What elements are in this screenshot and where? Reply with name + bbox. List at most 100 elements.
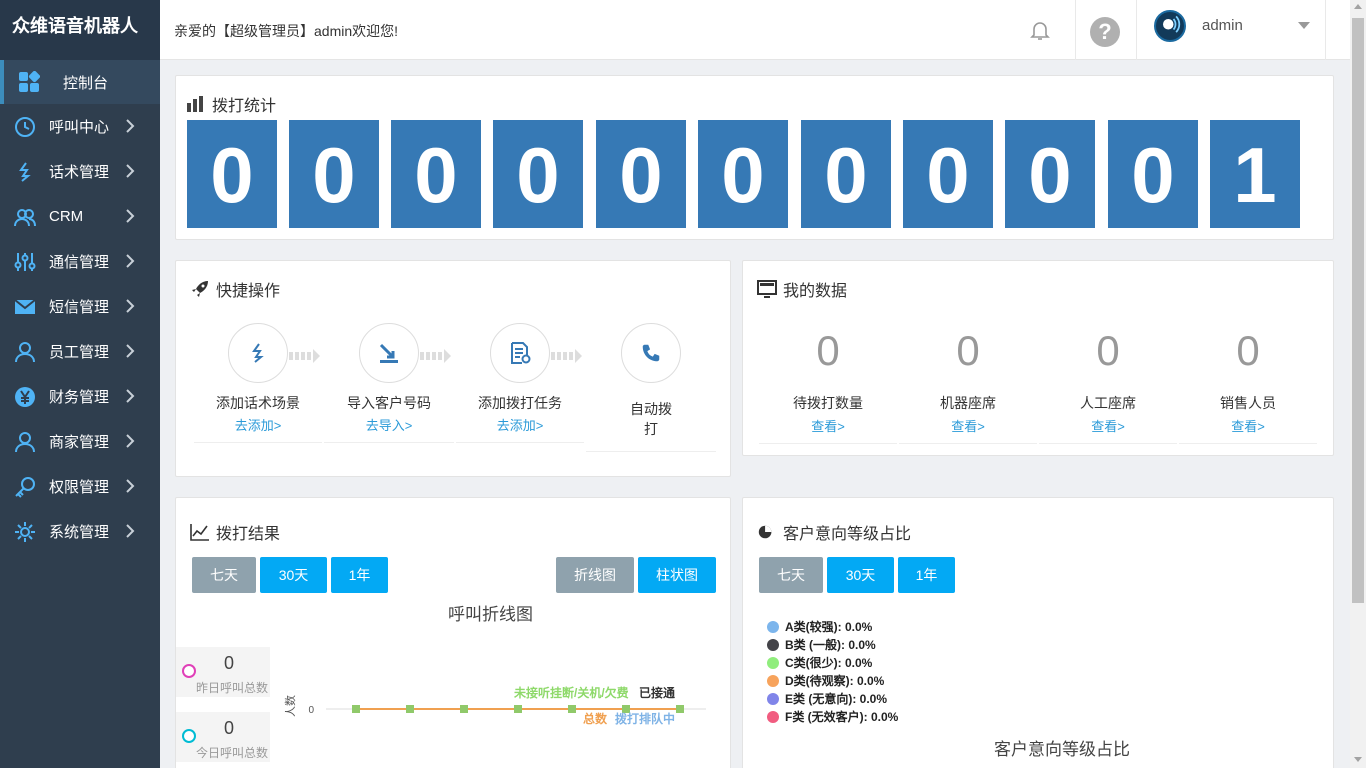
arrow-right-icon (551, 349, 582, 363)
chevron-right-icon (126, 164, 135, 178)
counter-digit: 0 (187, 120, 277, 228)
sidebar-item-label: 控制台 (63, 74, 109, 92)
username[interactable]: admin (1202, 17, 1243, 34)
y-tick-label: 0 (308, 705, 314, 716)
sidebar-item-staff[interactable]: 员工管理 (0, 329, 160, 374)
chevron-right-icon (126, 119, 135, 133)
dashboard-icon (18, 71, 40, 93)
stat-label: 昨日呼叫总数 (196, 681, 269, 695)
panel-title-text: 拨打结果 (216, 526, 281, 543)
range-30days-button[interactable]: 30天 (260, 557, 327, 593)
range-7days-button[interactable]: 七天 (192, 557, 256, 593)
dial-result-panel: 拨打结果 七天 30天 1年 折线图 柱状图 呼叫折线图 0 昨日呼叫总数 0 … (175, 497, 731, 768)
data-point (460, 705, 468, 713)
monitor-icon (757, 280, 777, 298)
sidebar-item-communication[interactable]: 通信管理 (0, 239, 160, 284)
divider (456, 442, 584, 443)
legend-item-e[interactable]: E类 (无意向): 0.0% (767, 690, 887, 707)
legend-label: E类 (无意向): 0.0% (785, 692, 888, 706)
scroll-up-arrow[interactable] (1354, 4, 1362, 9)
data-value: 0 (1096, 327, 1120, 374)
step-import-numbers[interactable]: 导入客户号码 去导入> (324, 323, 454, 443)
sidebar-item-dashboard[interactable]: 控制台 (0, 60, 160, 104)
help-icon[interactable]: ? (1090, 17, 1120, 47)
bar-chart-button[interactable]: 柱状图 (638, 557, 716, 593)
data-point (676, 705, 684, 713)
sidebar-item-permissions[interactable]: 权限管理 (0, 464, 160, 509)
range-30days-button[interactable]: 30天 (827, 557, 894, 593)
counter-digit: 0 (1005, 120, 1095, 228)
y-axis-label: 人数 (284, 695, 297, 717)
view-link[interactable]: 查看> (899, 416, 1037, 435)
stat-value: 0 (224, 718, 235, 738)
header-divider (1325, 0, 1326, 60)
step-name: 添加话术场景 (216, 395, 300, 411)
legend-dot (767, 710, 779, 723)
sidebar-item-merchants[interactable]: 商家管理 (0, 419, 160, 464)
divider (899, 443, 1037, 444)
legend-item-a[interactable]: A类(较强): 0.0% (767, 618, 872, 635)
panel-title: 拨打结果 (190, 520, 280, 544)
phone-icon[interactable] (621, 323, 681, 383)
chevron-right-icon (126, 209, 135, 223)
step-add-task[interactable]: 添加拨打任务 去添加> (456, 323, 584, 443)
chevron-right-icon (126, 434, 135, 448)
sidebar-item-call-center[interactable]: 呼叫中心 (0, 104, 160, 149)
legend-item-b[interactable]: B类 (一般): 0.0% (767, 636, 876, 653)
mail-icon (14, 296, 36, 318)
sidebar-item-crm[interactable]: CRM (0, 194, 160, 239)
sidebar-item-label: 系统管理 (49, 524, 110, 541)
divider (1179, 443, 1317, 444)
sidebar-item-sms[interactable]: 短信管理 (0, 284, 160, 329)
sidebar-item-finance[interactable]: 财务管理 (0, 374, 160, 419)
range-1year-button[interactable]: 1年 (331, 557, 388, 593)
step-link[interactable]: 去添加> (456, 415, 584, 434)
brand-logo: 众维语音机器人 (0, 0, 160, 60)
legend-label: C类(很少): 0.0% (785, 656, 873, 670)
legend-item-f[interactable]: F类 (无效客户): 0.0% (767, 708, 898, 725)
panel-title-text: 客户意向等级占比 (783, 526, 912, 543)
chevron-down-icon[interactable] (1298, 22, 1310, 29)
clock-icon (14, 116, 36, 138)
line-chart-button[interactable]: 折线图 (556, 557, 634, 593)
step-auto-dial[interactable]: 自动拨打 (586, 323, 716, 452)
step-name: 自动拨打 (630, 401, 672, 437)
data-value: 0 (816, 327, 840, 374)
import-icon[interactable] (359, 323, 419, 383)
legend-item-d[interactable]: D类(待观察): 0.0% (767, 672, 884, 689)
legend-item-c[interactable]: C类(很少): 0.0% (767, 654, 872, 671)
panel-title-text: 快捷操作 (216, 283, 281, 300)
step-link[interactable]: 去添加> (194, 415, 322, 434)
legend-label: F类 (无效客户): 0.0% (785, 710, 899, 724)
scrollbar[interactable] (1350, 0, 1366, 768)
divider (759, 443, 897, 444)
scrollbar-thumb[interactable] (1352, 18, 1364, 603)
task-settings-icon[interactable] (490, 323, 550, 383)
scroll-down-arrow[interactable] (1354, 757, 1362, 762)
call-line-chart: 人数 0 未接听挂断/关机/欠费 已接通 总数 拨打排队中 (284, 685, 706, 726)
legend-dot (767, 638, 779, 651)
view-link[interactable]: 查看> (1039, 416, 1177, 435)
step-link[interactable]: 去导入> (324, 415, 454, 434)
legend-unanswered: 未接听挂断/关机/欠费 (513, 685, 629, 700)
sidebar-item-label: 呼叫中心 (49, 119, 110, 136)
view-link[interactable]: 查看> (759, 416, 897, 435)
bell-icon[interactable] (1028, 18, 1052, 42)
chevron-right-icon (126, 344, 135, 358)
panel-title: 拨打统计 (186, 92, 276, 116)
stat-value: 0 (224, 653, 235, 673)
step-add-scene[interactable]: 添加话术场景 去添加> (194, 323, 322, 443)
data-label: 待拨打数量 (793, 395, 863, 411)
sidebar-item-system[interactable]: 系统管理 (0, 509, 160, 554)
data-label: 销售人员 (1220, 395, 1276, 411)
script-icon[interactable] (228, 323, 288, 383)
my-data-panel: 我的数据 0 待拨打数量 查看> 0 机器座席 查看> 0 人工座席 查看> 0… (742, 260, 1334, 456)
sidebar-item-scripts[interactable]: 话术管理 (0, 149, 160, 194)
user-icon (14, 431, 36, 453)
range-1year-button[interactable]: 1年 (898, 557, 955, 593)
avatar[interactable] (1154, 10, 1186, 42)
counter-digit: 0 (903, 120, 993, 228)
data-label: 机器座席 (940, 395, 996, 411)
view-link[interactable]: 查看> (1179, 416, 1317, 435)
range-7days-button[interactable]: 七天 (759, 557, 823, 593)
